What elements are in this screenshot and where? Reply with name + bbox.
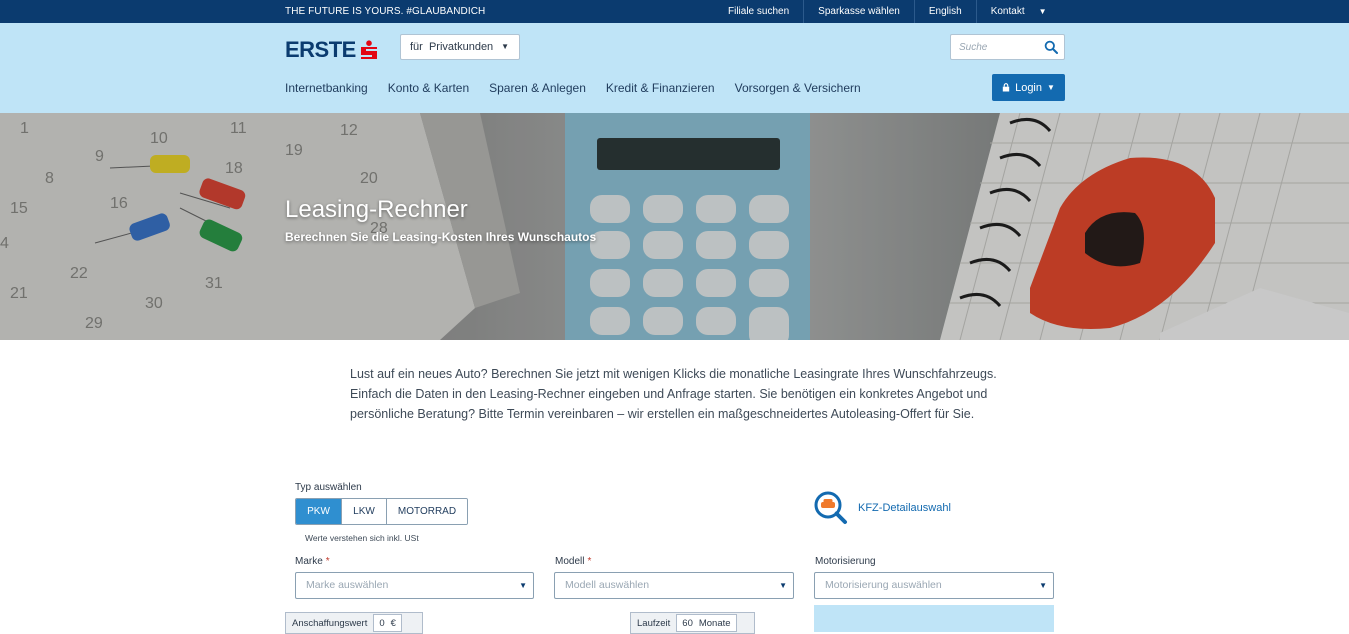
- site-header: ERSTE für Privatkunden ▼ Internetbanking…: [0, 23, 1349, 113]
- page-subtitle: Berechnen Sie die Leasing-Kosten Ihres W…: [285, 230, 597, 244]
- type-motorrad-button[interactable]: MOTORRAD: [387, 499, 467, 524]
- segment-value: Privatkunden: [428, 41, 494, 53]
- link-kontakt[interactable]: Kontakt ▼: [977, 0, 1061, 23]
- chevron-down-icon: ▼: [501, 42, 509, 51]
- modell-select[interactable]: Modell auswählen ▼: [554, 572, 794, 599]
- kfz-detail-link[interactable]: KFZ-Detailauswahl: [813, 490, 951, 525]
- chevron-down-icon: ▼: [519, 581, 527, 590]
- laufzeit-field: Laufzeit 60 Monate: [630, 612, 755, 634]
- sparkasse-logo-icon: [360, 40, 377, 59]
- nav-vorsorgen-versichern[interactable]: Vorsorgen & Versichern: [735, 81, 861, 95]
- marke-label-text: Marke: [295, 556, 323, 567]
- search-icon[interactable]: [1044, 40, 1058, 54]
- required-mark: *: [325, 556, 330, 567]
- anschaffungswert-label: Anschaffungswert: [292, 617, 368, 629]
- modell-label: Modell *: [555, 556, 591, 567]
- marke-select[interactable]: Marke auswählen ▼: [295, 572, 534, 599]
- top-links: Filiale suchen Sparkasse wählen English …: [714, 0, 1061, 23]
- type-lkw-button[interactable]: LKW: [342, 499, 387, 524]
- main-nav: Internetbanking Konto & Karten Sparen & …: [285, 81, 881, 95]
- chevron-down-icon: ▼: [1039, 581, 1047, 590]
- hero-image: 11011 12 91819 8 20 15 1628 42231 213029: [0, 113, 1349, 340]
- tagline: THE FUTURE IS YOURS. #GLAUBANDICH: [285, 6, 486, 17]
- modell-label-text: Modell: [555, 556, 585, 567]
- link-sparkasse-waehlen[interactable]: Sparkasse wählen: [804, 0, 915, 23]
- chevron-down-icon: ▼: [1047, 83, 1055, 92]
- type-label: Typ auswählen: [295, 482, 362, 493]
- type-toggle: PKW LKW MOTORRAD: [295, 498, 468, 525]
- nav-kredit-finanzieren[interactable]: Kredit & Finanzieren: [606, 81, 715, 95]
- link-english[interactable]: English: [915, 0, 977, 23]
- login-label: Login: [1015, 81, 1042, 94]
- anschaffungswert-field: Anschaffungswert 0 €: [285, 612, 423, 634]
- kontakt-label: Kontakt: [990, 6, 1025, 17]
- logo-wordmark: ERSTE: [285, 37, 356, 62]
- result-panel: [814, 605, 1054, 632]
- page-title: Leasing-Rechner: [285, 196, 468, 223]
- anschaffungswert-value: 0: [379, 617, 385, 629]
- currency-unit: €: [390, 617, 396, 629]
- laufzeit-unit: Monate: [698, 617, 731, 629]
- link-filiale-suchen[interactable]: Filiale suchen: [714, 0, 805, 23]
- anschaffungswert-input[interactable]: 0 €: [373, 614, 402, 632]
- required-mark: *: [587, 556, 592, 567]
- marke-placeholder: Marke auswählen: [306, 579, 389, 591]
- motor-placeholder: Motorisierung auswählen: [825, 579, 942, 591]
- kfz-detail-label: KFZ-Detailauswahl: [858, 501, 951, 514]
- motor-label: Motorisierung: [815, 556, 876, 567]
- intro-text: Lust auf ein neues Auto? Berechnen Sie j…: [350, 367, 997, 421]
- laufzeit-label: Laufzeit: [637, 617, 671, 629]
- hero-banner: 1 10 11 12 9 18 19 8 20 15 16 28 4 22 31 21 30 29: [0, 113, 1349, 340]
- chevron-down-icon: ▼: [779, 581, 787, 590]
- nav-sparen-anlegen[interactable]: Sparen & Anlegen: [489, 81, 586, 95]
- chevron-down-icon: ▼: [1038, 7, 1047, 16]
- type-pkw-button[interactable]: PKW: [296, 499, 342, 524]
- erste-logo[interactable]: ERSTE: [285, 37, 378, 62]
- login-button[interactable]: Login ▼: [992, 74, 1065, 101]
- nav-internetbanking[interactable]: Internetbanking: [285, 81, 368, 95]
- motor-select[interactable]: Motorisierung auswählen ▼: [814, 572, 1054, 599]
- lock-icon: [1002, 83, 1010, 92]
- laufzeit-input[interactable]: 60 Monate: [676, 614, 737, 632]
- vat-note: Werte verstehen sich inkl. USt: [305, 533, 419, 543]
- marke-label: Marke *: [295, 556, 330, 567]
- modell-placeholder: Modell auswählen: [565, 579, 650, 591]
- customer-segment-select[interactable]: für Privatkunden ▼: [400, 34, 520, 60]
- search-box: [950, 34, 1065, 60]
- laufzeit-value: 60: [682, 617, 693, 629]
- nav-konto-karten[interactable]: Konto & Karten: [388, 81, 469, 95]
- car-search-icon: [814, 491, 847, 524]
- top-bar: THE FUTURE IS YOURS. #GLAUBANDICH Filial…: [0, 0, 1349, 23]
- search-input[interactable]: [959, 35, 1044, 59]
- segment-prefix: für: [410, 41, 423, 53]
